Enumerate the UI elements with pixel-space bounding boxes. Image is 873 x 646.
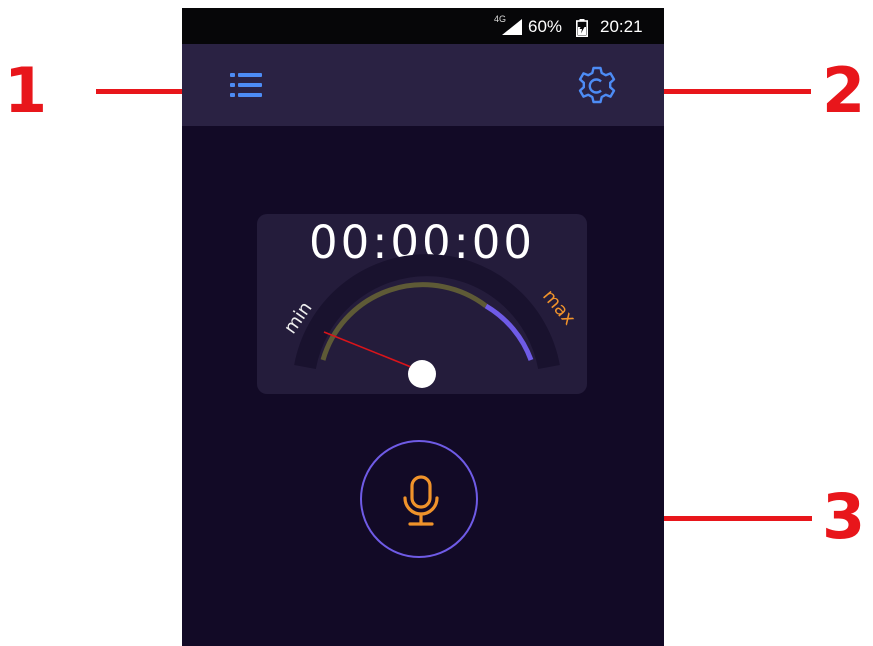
callout-2-label: 2 (822, 54, 866, 127)
battery-percentage: 60% (528, 17, 563, 36)
sound-meter-card: 00:00:00 min max (257, 214, 587, 394)
battery-icon (576, 19, 588, 37)
gear-icon (578, 66, 616, 104)
app-screen: 4G 60% 20:21 00:00:00 min max (182, 8, 664, 646)
gauge-pivot (408, 360, 436, 388)
list-icon (230, 73, 262, 97)
top-toolbar (182, 44, 664, 126)
clock: 20:21 (600, 17, 643, 36)
menu-button[interactable] (226, 68, 266, 102)
level-gauge: min max (280, 254, 580, 388)
gauge-needle (323, 331, 422, 372)
signal-icon (502, 19, 522, 35)
microphone-icon (403, 475, 439, 526)
record-button[interactable] (360, 440, 478, 558)
callout-1-label: 1 (4, 54, 48, 127)
status-bar: 4G 60% 20:21 (182, 8, 664, 44)
settings-button[interactable] (575, 64, 619, 108)
callout-3-label: 3 (822, 480, 866, 553)
